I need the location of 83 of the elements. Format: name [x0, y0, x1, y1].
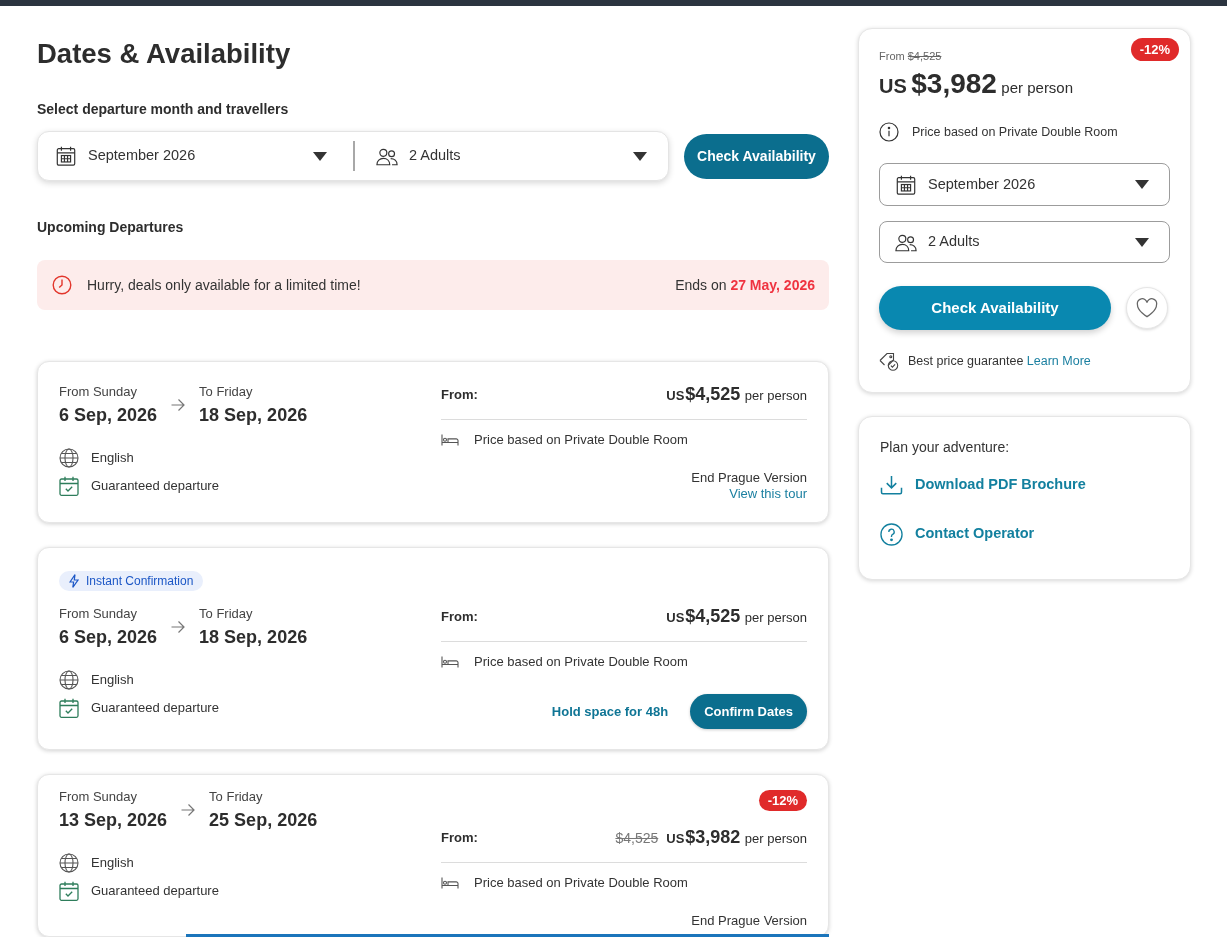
travellers-dropdown[interactable]: 2 Adults: [355, 132, 668, 180]
date-value: 6 Sep, 2026: [59, 404, 158, 427]
hold-space-link[interactable]: Hold space for 48h: [551, 701, 669, 722]
feature-text: English: [91, 449, 134, 467]
date-value: 13 Sep, 2026: [59, 809, 168, 832]
people-icon: [895, 232, 917, 252]
download-icon: [880, 475, 903, 495]
help-icon: [880, 522, 903, 546]
deal-end-date: Ends on 27 May, 2026: [675, 275, 815, 295]
people-icon: [376, 146, 398, 166]
date-value: 18 Sep, 2026: [199, 626, 308, 649]
page-title: Dates & Availability: [37, 37, 291, 71]
section-heading: Upcoming Departures: [37, 218, 184, 237]
room-note: Price based on Private Double Room: [474, 431, 688, 450]
lightning-icon: [69, 574, 79, 588]
arrow-right-icon: [171, 620, 186, 634]
calendar-icon: [55, 145, 77, 167]
check-availability-button[interactable]: Check Availability: [879, 286, 1111, 330]
globe-icon: [59, 853, 79, 873]
heart-icon: [1136, 298, 1158, 318]
globe-icon: [59, 448, 79, 468]
calendar-icon: [895, 173, 917, 196]
price-text: US$3,982 per person: [666, 826, 807, 849]
feature-text: Guaranteed departure: [91, 699, 219, 717]
clock-icon: [52, 275, 72, 295]
date-label: To Friday: [209, 788, 263, 806]
caret-icon: [313, 151, 327, 161]
date-label: From Sunday: [59, 605, 138, 623]
price-guarantee-text: Best price guarantee Learn More: [908, 352, 1091, 370]
feature-text: English: [91, 854, 134, 872]
check-availability-button[interactable]: Check Availability: [684, 133, 829, 179]
room-note: Price based on Private Double Room: [912, 123, 1118, 141]
bed-icon: [441, 877, 459, 889]
original-price: From $4,525: [879, 49, 942, 63]
month-dropdown[interactable]: September 2026: [879, 163, 1170, 206]
tour-version-text: End Prague Version: [691, 470, 807, 486]
plan-heading: Plan your adventure:: [880, 438, 1010, 457]
favorite-button[interactable]: [1126, 287, 1168, 329]
discount-badge: -12%: [758, 790, 807, 811]
caret-icon: [1135, 237, 1149, 247]
bed-icon: [441, 434, 459, 446]
date-label: From Sunday: [59, 788, 138, 806]
date-value: 25 Sep, 2026: [209, 809, 318, 832]
date-label: To Friday: [199, 383, 253, 401]
price-label: From:: [441, 828, 478, 847]
bed-icon: [441, 656, 459, 668]
price-text: US$4,525 per person: [666, 605, 807, 628]
section-label: Select departure month and travellers: [37, 100, 289, 119]
room-note: Price based on Private Double Room: [474, 653, 688, 672]
date-value: 6 Sep, 2026: [59, 626, 158, 649]
confirmation-label: Instant Confirmation: [86, 573, 194, 589]
arrow-right-icon: [181, 803, 196, 817]
brochure-download-link[interactable]: Download PDF Brochure: [880, 473, 1086, 497]
travellers-dropdown[interactable]: 2 Adults: [879, 221, 1170, 263]
contact-operator-link[interactable]: Contact Operator: [880, 522, 1035, 546]
month-dropdown[interactable]: September 2026: [38, 132, 353, 180]
original-price: $4,525: [615, 829, 659, 848]
calendar-check-icon: [59, 476, 79, 496]
caret-icon: [633, 151, 647, 161]
calendar-check-icon: [59, 698, 79, 718]
info-icon: [879, 122, 899, 142]
learn-more-link[interactable]: Learn More: [1026, 353, 1091, 368]
globe-icon: [59, 670, 79, 690]
room-note: Price based on Private Double Room: [474, 874, 688, 893]
confirm-dates-button[interactable]: Confirm Dates: [690, 694, 807, 729]
feature-text: Guaranteed departure: [91, 477, 219, 495]
price-text: US$4,525 per person: [666, 383, 807, 406]
date-label: To Friday: [199, 605, 253, 623]
date-value: 18 Sep, 2026: [199, 404, 308, 427]
discount-badge: -12%: [1130, 38, 1179, 61]
arrow-right-icon: [171, 398, 186, 412]
price-label: From:: [441, 607, 478, 626]
tour-version-text: End Prague Version: [691, 913, 807, 929]
tag-check-icon: [879, 351, 899, 371]
date-label: From Sunday: [59, 383, 138, 401]
feature-text: English: [91, 671, 134, 689]
calendar-check-icon: [59, 881, 79, 901]
view-tour-link[interactable]: View this tour: [729, 486, 807, 502]
price-label: From:: [441, 385, 478, 404]
caret-icon: [1135, 180, 1149, 189]
feature-text: Guaranteed departure: [91, 882, 219, 900]
price-text: US$3,982 per person: [879, 69, 1074, 101]
alert-message: Hurry, deals only available for a limited time!: [87, 275, 361, 295]
